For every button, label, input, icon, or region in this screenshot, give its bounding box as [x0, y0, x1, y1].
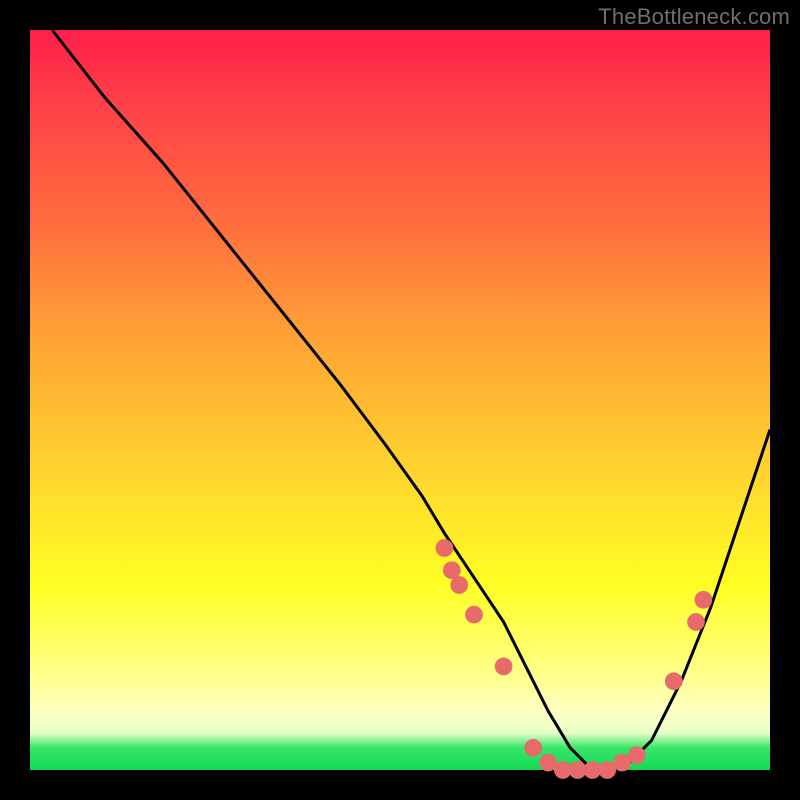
data-point: [665, 672, 683, 690]
chart-canvas: TheBottleneck.com: [0, 0, 800, 800]
data-point: [687, 613, 705, 631]
data-point: [465, 606, 483, 624]
curve-overlay: [30, 30, 770, 770]
points-group: [436, 539, 713, 779]
data-point: [436, 539, 454, 557]
series-group: [52, 30, 770, 770]
data-point: [450, 576, 468, 594]
plot-area: [30, 30, 770, 770]
watermark-text: TheBottleneck.com: [598, 4, 790, 30]
data-point: [524, 739, 542, 757]
curve-line: [52, 30, 770, 770]
data-point: [628, 746, 646, 764]
data-point: [495, 658, 513, 676]
data-point: [695, 591, 713, 609]
